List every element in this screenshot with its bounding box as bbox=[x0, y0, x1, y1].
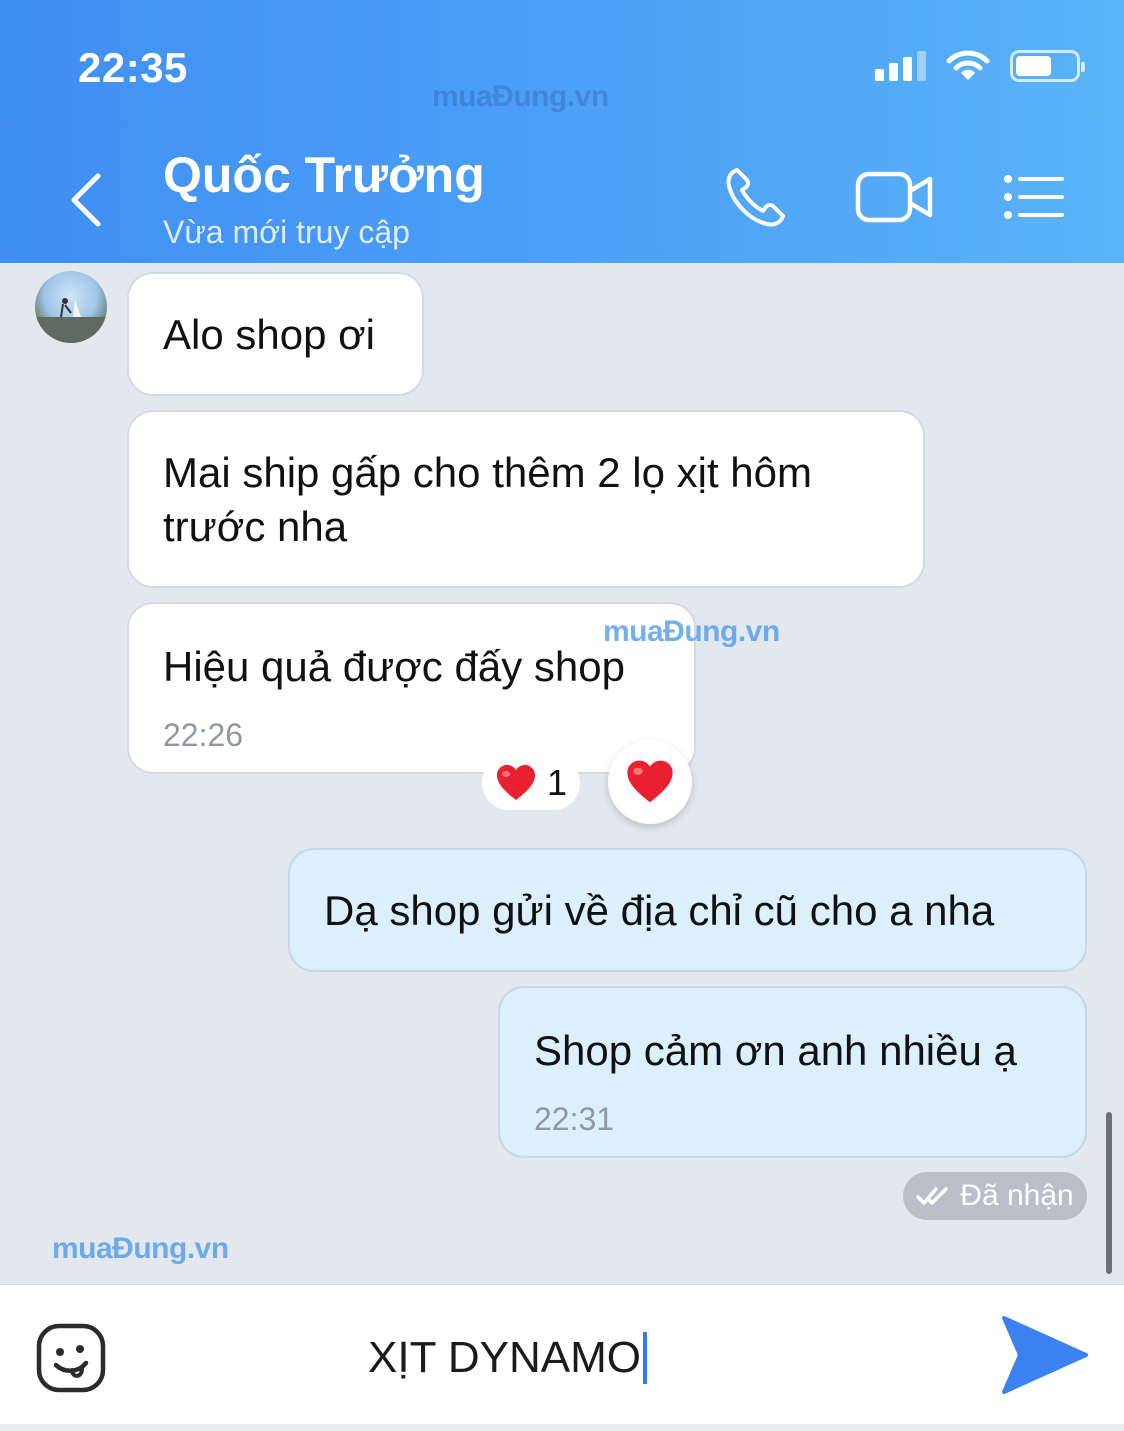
watermark: muaĐung.vn bbox=[603, 615, 780, 648]
message-bubble[interactable]: Shop cảm ơn anh nhiều ạ 22:31 bbox=[498, 986, 1087, 1158]
list-menu-icon bbox=[1004, 175, 1064, 219]
message-time: 22:26 bbox=[163, 717, 244, 753]
contact-name[interactable]: Quốc Trưởng bbox=[163, 146, 485, 204]
message-bubble[interactable]: Mai ship gấp cho thêm 2 lọ xịt hôm trước… bbox=[127, 410, 925, 588]
message-text: Shop cảm ơn anh nhiều ạ bbox=[534, 1027, 1017, 1074]
message-text: Mai ship gấp cho thêm 2 lọ xịt hôm trước… bbox=[163, 449, 812, 550]
heart-icon bbox=[627, 760, 673, 803]
avatar-photo bbox=[35, 298, 107, 343]
message-bubble[interactable]: Dạ shop gửi về địa chỉ cũ cho a nha bbox=[288, 848, 1087, 972]
contact-avatar[interactable] bbox=[35, 271, 107, 343]
delivery-status-badge: Đã nhận bbox=[903, 1172, 1087, 1220]
chat-header: 22:35 muaĐung.vn Quốc Trưởng Vừa mới tru… bbox=[0, 0, 1124, 263]
message-text: Dạ shop gửi về địa chỉ cũ cho a nha bbox=[324, 887, 995, 934]
video-call-button[interactable] bbox=[852, 162, 938, 232]
sticker-face-icon bbox=[36, 1323, 106, 1393]
message-time: 22:31 bbox=[534, 1101, 615, 1137]
double-check-icon bbox=[916, 1187, 949, 1205]
reaction-count: 1 bbox=[546, 762, 568, 803]
message-text: Hiệu quả được đấy shop bbox=[163, 643, 625, 690]
contact-status: Vừa mới truy cập bbox=[163, 214, 410, 250]
watermark: muaĐung.vn bbox=[52, 1232, 229, 1265]
message-input-value: XỊT DYNAMO bbox=[368, 1333, 642, 1382]
bottom-edge bbox=[0, 1424, 1124, 1431]
status-icons bbox=[875, 50, 1085, 82]
voice-call-button[interactable] bbox=[718, 162, 794, 232]
sticker-button[interactable] bbox=[36, 1323, 106, 1393]
text-caret bbox=[643, 1332, 648, 1384]
video-camera-icon bbox=[855, 171, 933, 223]
options-menu-button[interactable] bbox=[998, 162, 1070, 232]
message-input[interactable]: XỊT DYNAMO bbox=[368, 1329, 648, 1387]
delivery-status-text: Đã nhận bbox=[960, 1179, 1074, 1212]
back-button[interactable] bbox=[62, 170, 112, 230]
cellular-signal-icon bbox=[875, 51, 926, 81]
send-button[interactable] bbox=[1000, 1314, 1090, 1396]
message-text: Alo shop ơi bbox=[163, 311, 375, 358]
watermark: muaĐung.vn bbox=[432, 80, 609, 113]
heart-icon bbox=[496, 765, 535, 800]
message-bubble[interactable]: Alo shop ơi bbox=[127, 272, 424, 396]
reaction-summary[interactable]: 1 bbox=[482, 756, 580, 810]
composer-bar: XỊT DYNAMO bbox=[0, 1284, 1124, 1431]
battery-icon bbox=[1010, 50, 1085, 82]
scrollbar[interactable] bbox=[1106, 1112, 1112, 1274]
send-icon bbox=[1002, 1316, 1088, 1394]
chevron-left-icon bbox=[71, 173, 101, 227]
react-button[interactable] bbox=[608, 740, 692, 824]
wifi-icon bbox=[946, 50, 990, 80]
status-time: 22:35 bbox=[78, 44, 188, 91]
phone-icon bbox=[726, 168, 785, 227]
